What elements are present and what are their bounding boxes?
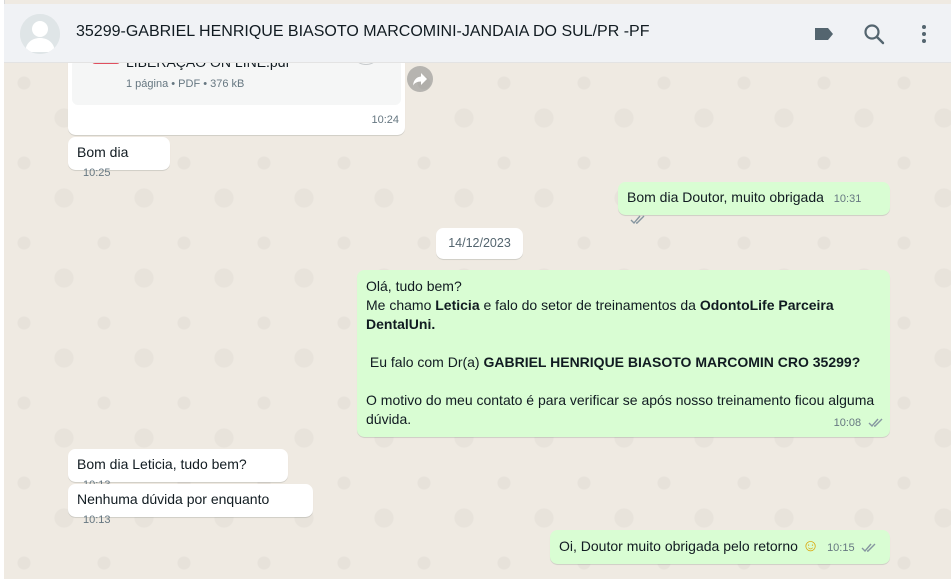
document-message[interactable]: LIBERAÇÃO ON LINE.pdf 1 página • PDF • 3… bbox=[68, 63, 405, 135]
message-time: 10:13 bbox=[83, 514, 111, 526]
outgoing-message[interactable]: Olá, tudo bem? Me chamo Leticia e falo d… bbox=[357, 270, 890, 437]
incoming-message[interactable]: Bom dia 10:25 bbox=[68, 137, 170, 179]
read-receipt-icon bbox=[861, 543, 876, 552]
document-card[interactable]: LIBERAÇÃO ON LINE.pdf 1 página • PDF • 3… bbox=[72, 63, 401, 105]
menu-icon[interactable] bbox=[911, 21, 937, 47]
search-icon[interactable] bbox=[861, 21, 887, 47]
message-time: 10:31 bbox=[833, 193, 862, 205]
read-receipt-icon bbox=[868, 418, 883, 427]
sender-name: Leticia bbox=[435, 297, 480, 313]
message-text: Nenhuma dúvida por enquanto bbox=[77, 491, 270, 507]
message-text: Olá, tudo bem? Me chamo Leticia e falo d… bbox=[366, 278, 875, 427]
message-text: Bom dia bbox=[77, 144, 129, 160]
document-file-name: LIBERAÇÃO ON LINE.pdf bbox=[126, 63, 289, 72]
message-text: Bom dia Leticia, tudo bem? bbox=[77, 456, 247, 472]
forward-icon[interactable] bbox=[407, 66, 433, 92]
chat-title[interactable]: 35299-GABRIEL HENRIQUE BIASOTO MARCOMINI… bbox=[76, 23, 649, 41]
outgoing-message[interactable]: Bom dia Doutor, muito obrigada 10:31 bbox=[618, 182, 890, 224]
avatar[interactable] bbox=[20, 14, 60, 54]
document-info: 1 página • PDF • 376 kB bbox=[126, 78, 245, 90]
message-text: Oi, Doutor muito obrigada pelo retorno bbox=[559, 538, 798, 554]
smiling-emoji-icon: ☺ bbox=[801, 536, 820, 555]
message-time: 10:25 bbox=[83, 167, 111, 179]
message-time: 10:08 bbox=[833, 417, 862, 429]
outgoing-message[interactable]: Oi, Doutor muito obrigada pelo retorno ☺… bbox=[550, 530, 890, 564]
incoming-message[interactable]: Bom dia Leticia, tudo bem? 10:13 bbox=[68, 449, 288, 491]
download-icon[interactable] bbox=[351, 63, 381, 65]
doctor-name: GABRIEL HENRIQUE BIASOTO MARCOMIN CRO 35… bbox=[483, 354, 861, 370]
date-divider: 14/12/2023 bbox=[436, 228, 523, 259]
message-time: 10:15 bbox=[827, 542, 855, 554]
chat-header: 35299-GABRIEL HENRIQUE BIASOTO MARCOMINI… bbox=[4, 4, 951, 63]
read-receipt-icon bbox=[630, 215, 645, 224]
default-avatar-icon bbox=[20, 14, 60, 54]
pdf-file-icon bbox=[92, 63, 120, 64]
incoming-message[interactable]: Nenhuma dúvida por enquanto 10:13 bbox=[68, 484, 313, 526]
label-icon[interactable] bbox=[811, 21, 837, 47]
message-time: 10:24 bbox=[371, 114, 399, 126]
message-list[interactable]: LIBERAÇÃO ON LINE.pdf 1 página • PDF • 3… bbox=[4, 63, 951, 579]
message-text: Bom dia Doutor, muito obrigada bbox=[627, 189, 824, 205]
